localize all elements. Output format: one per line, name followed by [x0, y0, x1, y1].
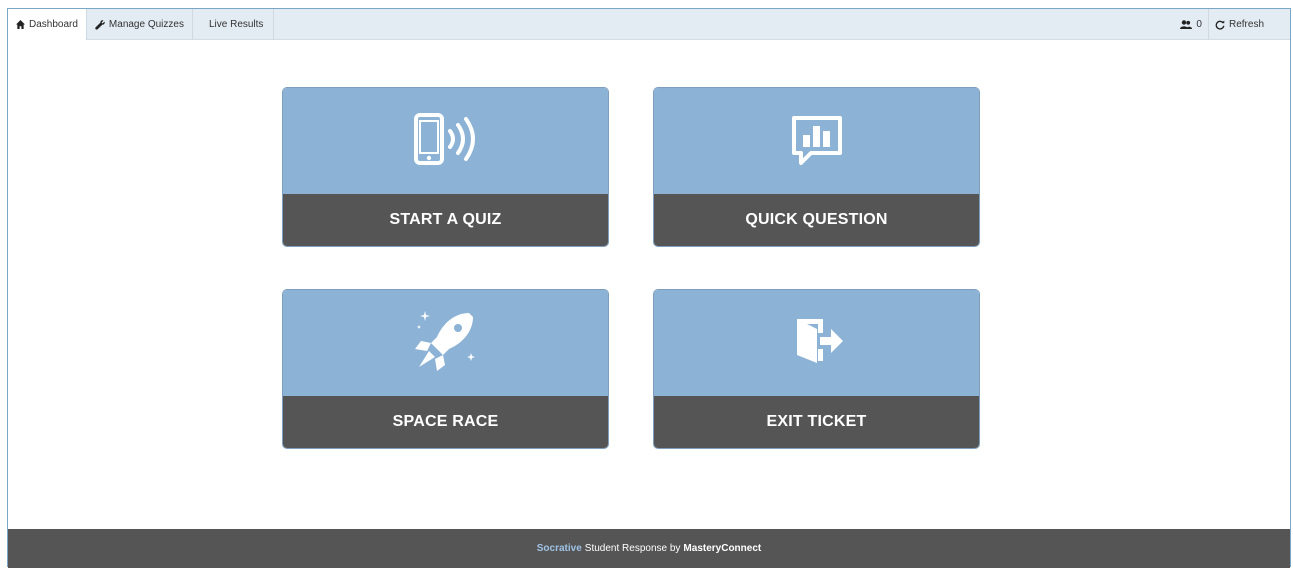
top-nav-bar: Dashboard Manage Quizzes Live Results 0 … — [8, 9, 1290, 40]
nav-tools: 0 Refresh — [1174, 9, 1270, 40]
wrench-icon — [95, 19, 105, 30]
students-count[interactable]: 0 — [1174, 9, 1208, 40]
card-label: START A QUIZ — [283, 194, 608, 246]
card-icon-area — [654, 290, 979, 396]
card-label: SPACE RACE — [283, 396, 608, 448]
tab-label: Dashboard — [29, 19, 78, 30]
tab-manage-quizzes[interactable]: Manage Quizzes — [87, 9, 193, 40]
chat-chart-icon — [791, 116, 842, 165]
tab-live-results[interactable]: Live Results — [193, 9, 275, 40]
card-label: QUICK QUESTION — [654, 194, 979, 246]
refresh-icon — [1215, 20, 1225, 30]
nav-tabs: Dashboard Manage Quizzes Live Results — [8, 9, 275, 40]
card-label: EXIT TICKET — [654, 396, 979, 448]
tab-label: Live Results — [208, 19, 264, 30]
card-icon-area — [654, 88, 979, 194]
start-quiz-card[interactable]: START A QUIZ — [283, 88, 608, 246]
exit-door-icon — [796, 319, 843, 363]
students-count-value: 0 — [1196, 19, 1202, 30]
tab-dashboard[interactable]: Dashboard — [8, 9, 87, 40]
space-race-card[interactable]: SPACE RACE — [283, 290, 608, 448]
footer-company[interactable]: MasteryConnect — [683, 543, 761, 554]
refresh-label: Refresh — [1228, 19, 1264, 30]
footer-text: Student Response by — [584, 543, 681, 554]
users-icon — [1180, 20, 1193, 29]
refresh-button[interactable]: Refresh — [1209, 9, 1270, 40]
mobile-wireless-icon — [413, 113, 475, 165]
card-icon-area — [283, 290, 608, 396]
footer-brand[interactable]: Socrative — [537, 543, 582, 554]
footer: Socrative Student Response by MasteryCon… — [8, 529, 1290, 568]
tab-label: Manage Quizzes — [108, 19, 184, 30]
quick-question-card[interactable]: QUICK QUESTION — [654, 88, 979, 246]
home-icon — [16, 20, 25, 29]
card-icon-area — [283, 88, 608, 194]
app-frame: Dashboard Manage Quizzes Live Results 0 … — [7, 8, 1291, 568]
rocket-icon — [414, 311, 475, 371]
exit-ticket-card[interactable]: EXIT TICKET — [654, 290, 979, 448]
